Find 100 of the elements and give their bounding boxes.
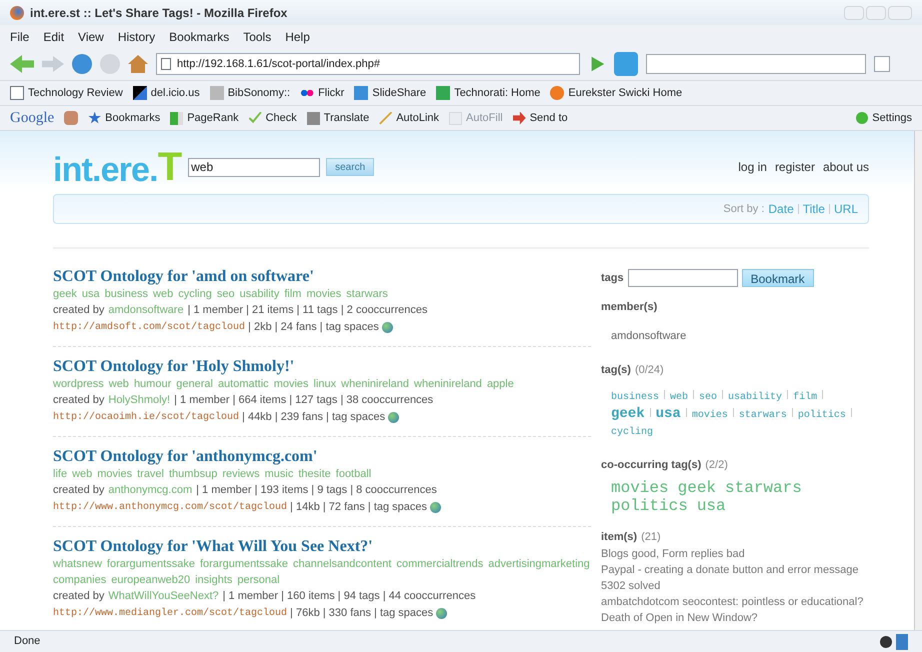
menu-item[interactable]: Bookmarks — [169, 28, 230, 46]
tag-link[interactable]: linux — [314, 376, 336, 392]
item-link[interactable]: 5302 solved — [601, 578, 869, 594]
globe-icon[interactable] — [382, 322, 393, 333]
tag-link[interactable]: companies — [53, 572, 106, 588]
tag-link[interactable]: advertisingmarketing — [488, 556, 590, 572]
bookmark-link[interactable]: del.icio.us — [132, 84, 200, 102]
toolbar-button[interactable]: PageRank — [170, 110, 239, 126]
tag-link[interactable]: channelsandcontent — [293, 556, 392, 572]
bookmark-link[interactable]: SlideShare — [354, 84, 426, 102]
tag-link[interactable]: web — [670, 388, 688, 406]
bookmark-link[interactable]: BibSonomy:: — [210, 84, 290, 102]
tag-link[interactable]: music — [264, 466, 294, 482]
globe-icon[interactable] — [430, 502, 442, 513]
menu-item[interactable]: Edit — [43, 28, 64, 46]
settings-button[interactable]: Settings — [856, 110, 912, 126]
item-link[interactable]: Blogs good, Form replies bad — [601, 546, 869, 562]
tag-link[interactable]: politics — [798, 406, 846, 424]
member-name[interactable]: amdonsoftware — [611, 328, 869, 344]
tag-link[interactable]: humour — [134, 376, 172, 392]
menu-item[interactable]: File — [10, 28, 30, 46]
bookmark-link[interactable]: Technology Review — [10, 84, 123, 102]
bookmark-link[interactable]: Technorati: Home — [436, 84, 540, 102]
nav-link[interactable]: log in — [738, 158, 767, 176]
tag-link[interactable]: thesite — [298, 466, 331, 482]
tag-link[interactable]: movies — [611, 479, 669, 497]
tag-link[interactable]: movies — [97, 466, 132, 482]
tag-link[interactable]: thumbsup — [169, 466, 218, 482]
result-title[interactable]: SCOT Ontology for 'amd on software' — [53, 267, 591, 286]
address-field[interactable]: http://192.168.1.61/scot-portal/index.php# — [156, 53, 580, 75]
menu-item[interactable]: View — [78, 28, 104, 46]
tag-link[interactable]: seo — [699, 388, 718, 406]
sort-link[interactable]: Date — [768, 200, 794, 218]
tag-link[interactable]: general — [176, 376, 213, 392]
tag-link[interactable]: insights — [195, 572, 232, 588]
tag-link[interactable]: film — [284, 286, 302, 302]
tag-link[interactable]: automattic — [218, 376, 269, 392]
tag-link[interactable]: business — [611, 388, 660, 406]
minimize-button[interactable] — [844, 6, 864, 20]
tag-link[interactable]: cycling — [178, 286, 212, 302]
result-title[interactable]: SCOT Ontology for 'Holy Shmoly!' — [53, 357, 591, 376]
toolbar-button[interactable]: Send to — [512, 110, 568, 126]
tag-link[interactable]: cycling — [611, 424, 654, 440]
toolbar-button[interactable]: Bookmarks — [88, 110, 160, 126]
search-field[interactable] — [646, 54, 866, 74]
bookmark-link[interactable]: Flickr — [300, 84, 344, 102]
tag-link[interactable]: business — [104, 286, 148, 302]
tag-link[interactable]: forargumentssake — [200, 556, 288, 572]
tag-link[interactable]: reviews — [222, 466, 260, 482]
tag-link[interactable]: movies — [274, 376, 309, 392]
sort-link[interactable]: URL — [834, 200, 858, 218]
search-field[interactable]: web — [188, 158, 320, 176]
tag-link[interactable]: starwars — [346, 286, 388, 302]
url-link[interactable]: http://ocaoimh.ie/scot/tagcloud — [53, 409, 240, 426]
url-link[interactable]: http://amdsoft.com/scot/tagcloud — [53, 319, 246, 336]
tag-link[interactable]: web — [108, 376, 129, 392]
result-title[interactable]: SCOT Ontology for 'anthonymcg.com' — [53, 447, 591, 466]
tag-link[interactable]: usa — [82, 286, 100, 302]
tag-link[interactable]: starwars — [725, 479, 802, 497]
tag-link[interactable]: web — [153, 286, 174, 302]
tag-link[interactable]: geek — [53, 286, 77, 302]
author-link[interactable]: WhatWillYouSeeNext? — [108, 588, 219, 605]
tag-link[interactable]: personal — [237, 572, 280, 588]
sort-link[interactable]: Title — [802, 200, 825, 218]
tag-link[interactable]: geek — [611, 406, 645, 422]
tag-link[interactable]: web — [72, 466, 92, 482]
tag-link[interactable]: geek — [678, 479, 716, 497]
globe-icon[interactable] — [436, 608, 448, 619]
item-link[interactable]: Paypal - creating a donate button and error message — [601, 562, 869, 578]
url-link[interactable]: http://www.anthonymcg.com/scot/tagcloud — [53, 499, 288, 516]
tag-link[interactable]: seo — [216, 286, 235, 302]
tag-link[interactable]: starwars — [738, 406, 787, 424]
tag-link[interactable]: europeanweb20 — [111, 572, 190, 588]
tag-link[interactable]: usability — [728, 388, 782, 406]
tag-link[interactable]: travel — [137, 466, 164, 482]
tag-link[interactable]: commercialtrends — [396, 556, 484, 572]
globe-icon[interactable] — [388, 412, 400, 423]
tag-link[interactable]: usa — [656, 406, 681, 422]
tag-link[interactable]: football — [336, 466, 372, 482]
tags-input-field[interactable] — [628, 269, 738, 287]
tag-link[interactable]: forargumentssake — [106, 556, 195, 572]
item-link[interactable]: Death of Open in New Window? — [601, 610, 869, 626]
nav-link[interactable]: about us — [822, 158, 869, 176]
tag-link[interactable]: whatsnew — [53, 556, 102, 572]
toolbar-button[interactable]: Check — [248, 110, 297, 126]
author-link[interactable]: amdonsoftware — [108, 302, 184, 319]
url-link[interactable]: http://www.mediangler.com/scot/tagcloud — [53, 605, 288, 622]
close-button[interactable] — [888, 6, 912, 20]
author-link[interactable]: anthonymcg.com — [108, 482, 192, 499]
author-link[interactable]: HolyShmoly! — [108, 392, 170, 409]
tag-link[interactable]: life — [53, 466, 68, 482]
home-icon[interactable] — [128, 55, 148, 73]
menu-item[interactable]: Help — [285, 28, 310, 46]
toolbar-button[interactable]: Translate — [306, 110, 370, 126]
bookmark-link[interactable]: Eurekster Swicki Home — [550, 84, 682, 102]
item-link[interactable]: ambatchdotcom seocontest: pointless or educational? — [601, 594, 869, 610]
tag-link[interactable]: apple — [486, 376, 514, 392]
menu-item[interactable]: Tools — [243, 28, 272, 46]
site-logo[interactable]: int.ere.T — [53, 147, 182, 187]
tag-link[interactable]: wordpress — [53, 376, 104, 392]
